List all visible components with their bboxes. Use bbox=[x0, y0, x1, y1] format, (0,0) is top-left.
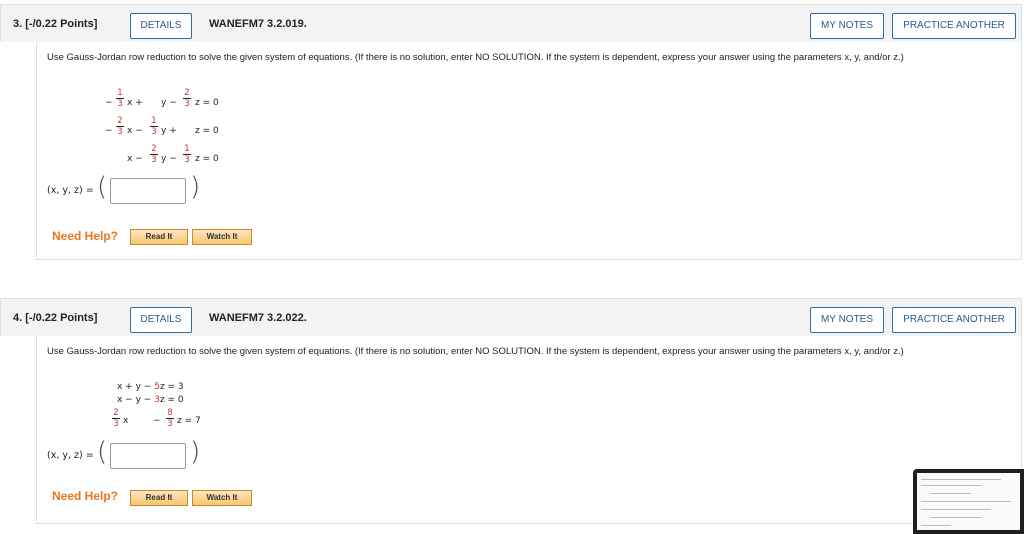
right-paren: ) bbox=[190, 437, 201, 467]
answer-input[interactable] bbox=[110, 178, 186, 204]
question-points: 4. [-/0.22 Points] bbox=[13, 312, 98, 324]
details-button[interactable]: DETAILS bbox=[130, 307, 192, 333]
my-notes-button[interactable]: MY NOTES bbox=[810, 307, 884, 333]
eq3-frac-y: 23 bbox=[150, 144, 158, 165]
eq3-z: z = 7 bbox=[177, 416, 201, 426]
need-help-label: Need Help? bbox=[52, 229, 119, 243]
question-body: Use Gauss-Jordan row reduction to solve … bbox=[36, 336, 1022, 524]
eq1: x + y − 5z = 3 bbox=[117, 382, 184, 392]
question-header: 4. [-/0.22 Points] DETAILS WANEFM7 3.2.0… bbox=[0, 298, 1022, 336]
eq2: x − y − 3z = 0 bbox=[117, 395, 184, 405]
thumbnail-line bbox=[921, 479, 1001, 480]
need-help-label: Need Help? bbox=[52, 489, 119, 503]
eq3-frac-x: 23 bbox=[112, 408, 120, 429]
watch-it-button[interactable]: Watch It bbox=[192, 229, 252, 245]
question-code: WANEFM7 3.2.022. bbox=[209, 312, 307, 324]
answer-input[interactable] bbox=[110, 443, 186, 469]
eq1-minus: − bbox=[105, 98, 113, 108]
question-code: WANEFM7 3.2.019. bbox=[209, 18, 307, 30]
thumbnail-line bbox=[921, 525, 951, 526]
read-it-button[interactable]: Read It bbox=[130, 490, 188, 506]
eq3-minus: − bbox=[153, 416, 161, 426]
my-notes-button[interactable]: MY NOTES bbox=[810, 13, 884, 39]
right-paren: ) bbox=[190, 172, 201, 202]
left-paren: ( bbox=[97, 437, 108, 467]
question-prompt: Use Gauss-Jordan row reduction to solve … bbox=[47, 52, 904, 63]
thumbnail-screen bbox=[917, 473, 1020, 530]
practice-another-button[interactable]: PRACTICE ANOTHER bbox=[892, 307, 1016, 333]
eq2-frac-x: 23 bbox=[116, 116, 124, 137]
eq3-z-term: z = 0 bbox=[195, 154, 219, 164]
answer-label: (x, y, z) = bbox=[47, 450, 94, 461]
eq2-x-term: x − bbox=[127, 126, 143, 136]
question-prompt: Use Gauss-Jordan row reduction to solve … bbox=[47, 346, 904, 357]
thumbnail-line bbox=[921, 501, 1011, 502]
read-it-button[interactable]: Read It bbox=[130, 229, 188, 245]
eq1-frac-z: 23 bbox=[183, 88, 191, 109]
eq1-x-term: x + bbox=[127, 98, 143, 108]
details-button[interactable]: DETAILS bbox=[130, 13, 192, 39]
eq1-y-term: y − bbox=[161, 98, 177, 108]
watch-it-button[interactable]: Watch It bbox=[192, 490, 252, 506]
thumbnail-line bbox=[921, 509, 991, 510]
practice-another-button[interactable]: PRACTICE ANOTHER bbox=[892, 13, 1016, 39]
eq3-frac-z: 83 bbox=[166, 408, 174, 429]
question-header: 3. [-/0.22 Points] DETAILS WANEFM7 3.2.0… bbox=[0, 4, 1022, 42]
eq3-y-term: y − bbox=[161, 154, 177, 164]
thumbnail-line bbox=[921, 485, 981, 486]
eq2-z-term: z = 0 bbox=[195, 126, 219, 136]
thumbnail-line bbox=[931, 493, 971, 494]
question-3: 3. [-/0.22 Points] DETAILS WANEFM7 3.2.0… bbox=[0, 4, 1024, 262]
eq2-frac-y: 13 bbox=[150, 116, 158, 137]
eq3-frac-z: 13 bbox=[183, 144, 191, 165]
eq2-minus: − bbox=[105, 126, 113, 136]
left-paren: ( bbox=[97, 172, 108, 202]
answer-label: (x, y, z) = bbox=[47, 185, 94, 196]
thumbnail-line bbox=[931, 517, 981, 518]
eq1-z-term: z = 0 bbox=[195, 98, 219, 108]
question-4: 4. [-/0.22 Points] DETAILS WANEFM7 3.2.0… bbox=[0, 298, 1024, 528]
eq3-x: x bbox=[123, 416, 129, 426]
eq1-frac-x: 13 bbox=[116, 88, 124, 109]
eq2-y-term: y + bbox=[161, 126, 177, 136]
eq3-x-term: x − bbox=[127, 154, 143, 164]
screen-thumbnail bbox=[913, 469, 1024, 534]
question-body: Use Gauss-Jordan row reduction to solve … bbox=[36, 42, 1022, 260]
question-points: 3. [-/0.22 Points] bbox=[13, 18, 98, 30]
